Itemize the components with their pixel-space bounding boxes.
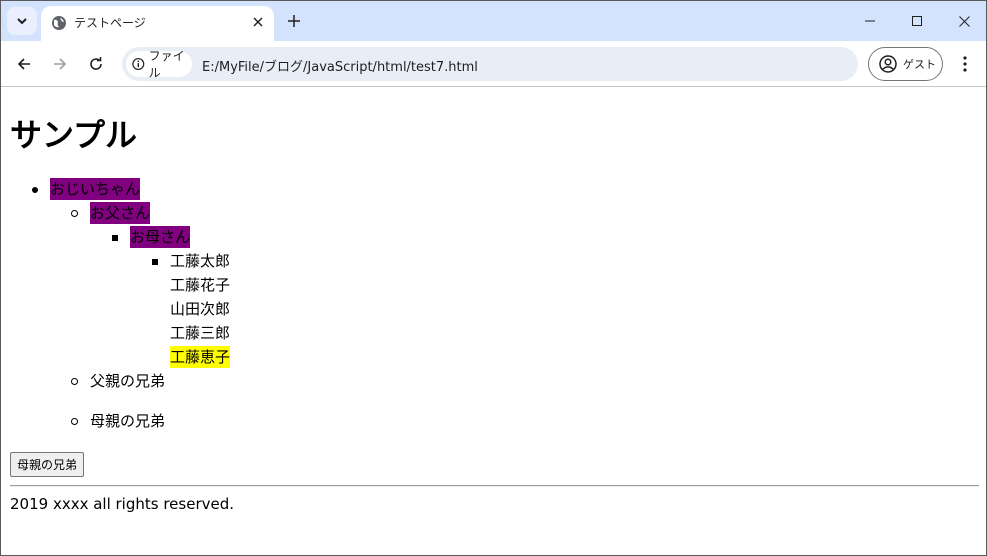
globe-icon bbox=[52, 16, 66, 30]
tree-item-father-siblings: 父親の兄弟 bbox=[90, 372, 166, 390]
tab-close-button[interactable] bbox=[248, 12, 268, 32]
url-text[interactable]: E:/MyFile/ブログ/JavaScript/html/test7.html bbox=[202, 56, 478, 75]
minimize-button[interactable] bbox=[847, 1, 893, 41]
close-icon bbox=[253, 17, 263, 27]
tab-strip: テストページ bbox=[1, 1, 986, 41]
plus-icon bbox=[288, 15, 300, 27]
tree-item-child: 工藤太郎 bbox=[170, 252, 231, 270]
back-button[interactable] bbox=[10, 50, 38, 78]
footer-copyright: 2019 xxxx all rights reserved. bbox=[10, 495, 235, 513]
address-bar[interactable]: ファイル E:/MyFile/ブログ/JavaScript/html/test7… bbox=[122, 47, 858, 81]
list-bullet bbox=[71, 210, 78, 217]
site-info-label: ファイル bbox=[148, 49, 185, 80]
window-close-button[interactable] bbox=[941, 1, 986, 41]
tab-active[interactable]: テストページ bbox=[41, 6, 274, 41]
tab-search-button[interactable] bbox=[7, 7, 37, 35]
browser-menu-button[interactable] bbox=[953, 51, 977, 77]
tree-item-mother-siblings: 母親の兄弟 bbox=[90, 412, 166, 430]
profile-button[interactable]: ゲスト bbox=[868, 47, 943, 81]
new-tab-button[interactable] bbox=[282, 9, 306, 33]
close-icon bbox=[958, 15, 970, 27]
list-bullet bbox=[71, 418, 78, 425]
back-arrow-icon bbox=[17, 58, 30, 70]
list-bullet bbox=[71, 378, 78, 385]
browser-toolbar: ファイル E:/MyFile/ブログ/JavaScript/html/test7… bbox=[1, 41, 986, 87]
site-info-chip[interactable]: ファイル bbox=[126, 49, 192, 80]
page-content: サンプル おじいちゃん お父さん お母さん 工藤太郎 工藤花子 山田次郎 工藤三… bbox=[1, 88, 986, 555]
page-heading: サンプル bbox=[10, 116, 138, 154]
tree-item-mother: お母さん bbox=[130, 226, 191, 248]
user-circle-icon bbox=[879, 55, 897, 73]
forward-arrow-icon bbox=[54, 58, 67, 70]
tree-item-child-highlighted: 工藤恵子 bbox=[170, 346, 231, 368]
reload-icon bbox=[90, 57, 102, 70]
tree-item-grandpa: おじいちゃん bbox=[50, 178, 141, 200]
profile-label: ゲスト bbox=[903, 58, 936, 71]
tree-item-father: お父さん bbox=[90, 202, 151, 224]
tree-item-child: 工藤三郎 bbox=[170, 324, 231, 342]
forward-button[interactable] bbox=[46, 50, 74, 78]
list-bullet bbox=[32, 187, 38, 193]
tab-search-icon bbox=[17, 18, 27, 25]
kebab-menu-icon bbox=[963, 56, 967, 72]
list-bullet bbox=[152, 259, 158, 265]
minimize-icon bbox=[865, 20, 875, 22]
tree-item-child: 山田次郎 bbox=[170, 300, 231, 318]
maximize-button[interactable] bbox=[894, 1, 940, 41]
mother-siblings-button[interactable]: 母親の兄弟 bbox=[10, 452, 85, 477]
browser-window: テストページ ファイル E:/MyFile/ブログ/JavaScript/htm… bbox=[0, 0, 987, 556]
list-bullet bbox=[112, 235, 118, 241]
divider bbox=[10, 485, 979, 487]
maximize-icon bbox=[912, 16, 922, 26]
info-icon bbox=[132, 57, 145, 71]
tree-item-child: 工藤花子 bbox=[170, 276, 231, 294]
reload-button[interactable] bbox=[82, 50, 110, 78]
tab-title: テストページ bbox=[74, 16, 146, 30]
